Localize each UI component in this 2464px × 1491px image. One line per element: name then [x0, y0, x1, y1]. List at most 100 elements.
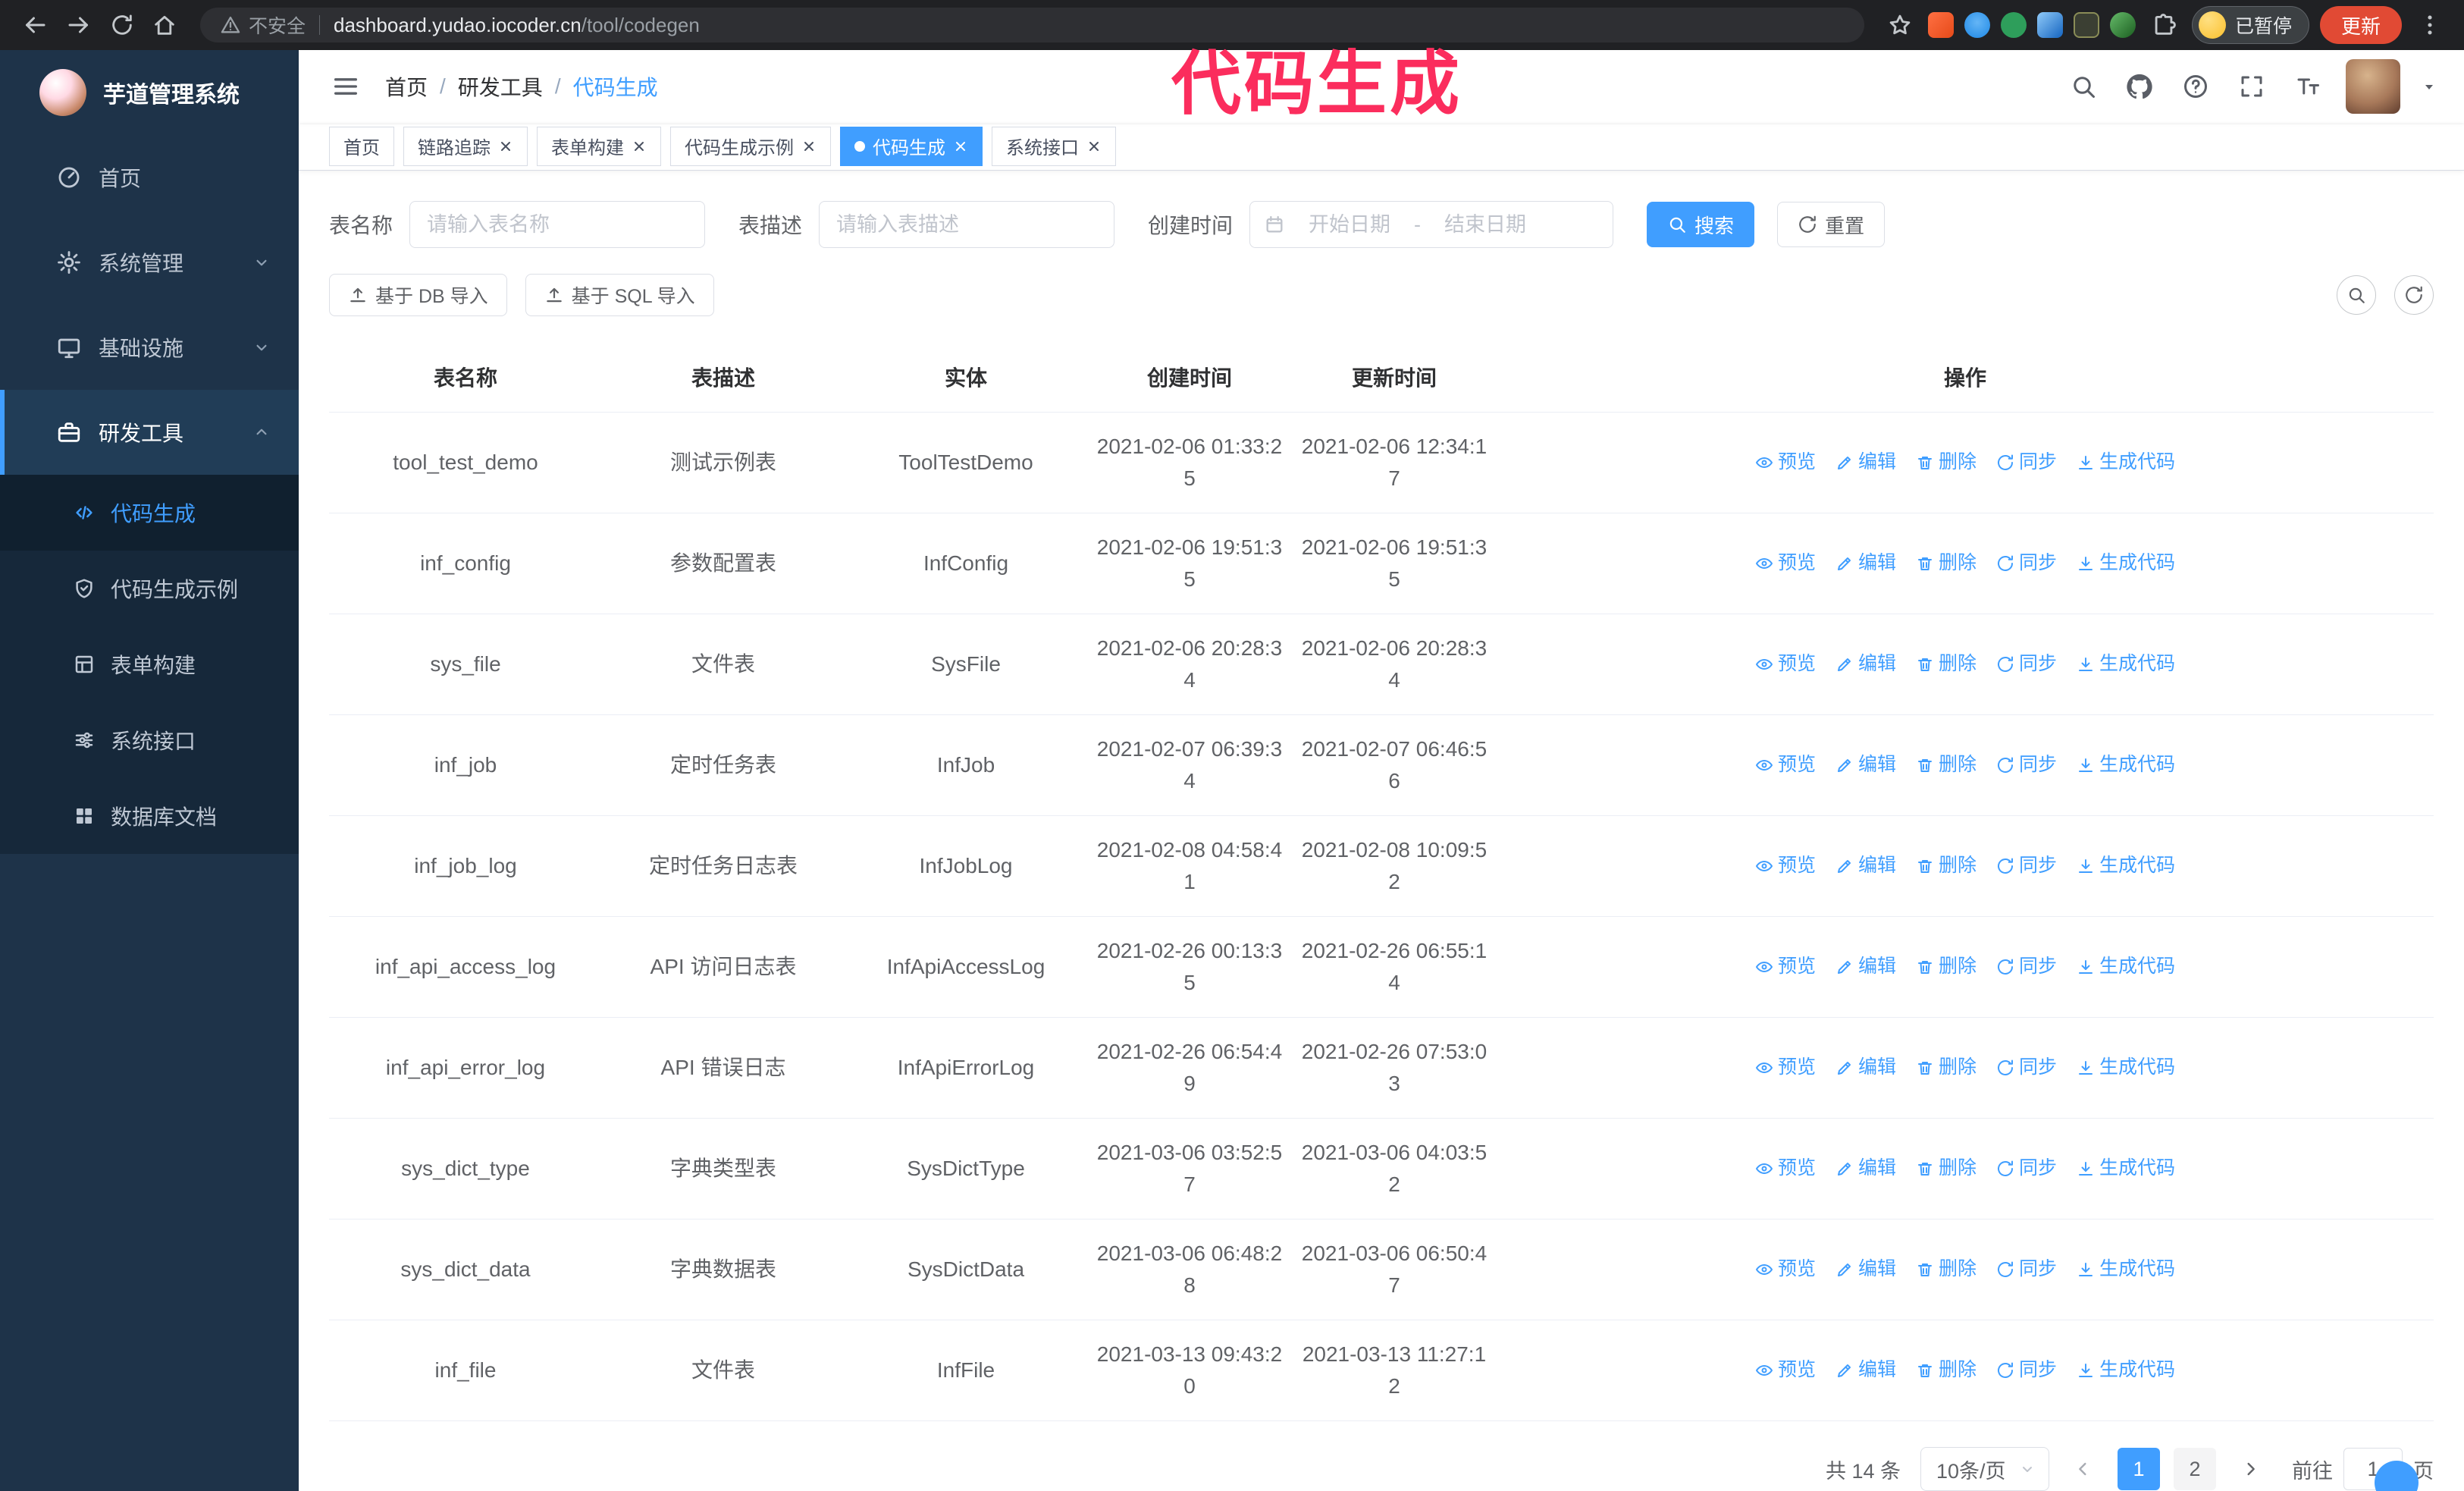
sync-link[interactable]: 同步 — [1996, 650, 2057, 679]
delete-link[interactable]: 删除 — [1916, 1053, 1977, 1082]
edit-link[interactable]: 编辑 — [1835, 549, 1896, 578]
edit-link[interactable]: 编辑 — [1835, 852, 1896, 880]
sidebar-item-system-api[interactable]: 系统接口 — [0, 702, 299, 778]
close-icon[interactable] — [1086, 139, 1102, 154]
font-size-icon[interactable] — [2290, 68, 2326, 105]
close-icon[interactable] — [498, 139, 513, 154]
search-button[interactable]: 搜索 — [1647, 202, 1755, 247]
delete-link[interactable]: 删除 — [1916, 852, 1977, 880]
bookmark-star-icon[interactable] — [1882, 8, 1917, 42]
page-size-select[interactable]: 10条/页 — [1920, 1447, 2049, 1491]
extension-icon[interactable] — [2073, 12, 2099, 38]
generate-code-link[interactable]: 生成代码 — [2077, 1255, 2175, 1284]
edit-link[interactable]: 编辑 — [1835, 953, 1896, 981]
preview-link[interactable]: 预览 — [1755, 650, 1816, 679]
close-icon[interactable] — [801, 139, 817, 154]
extensions-puzzle-icon[interactable] — [2146, 8, 2181, 42]
sync-link[interactable]: 同步 — [1996, 1053, 2057, 1082]
sync-link[interactable]: 同步 — [1996, 549, 2057, 578]
extension-icon[interactable] — [2036, 12, 2063, 38]
sidebar-item-infrastructure[interactable]: 基础设施 — [0, 305, 299, 390]
sidebar-item-system-management[interactable]: 系统管理 — [0, 220, 299, 305]
delete-link[interactable]: 删除 — [1916, 1154, 1977, 1183]
generate-code-link[interactable]: 生成代码 — [2077, 953, 2175, 981]
hamburger-icon[interactable] — [320, 65, 371, 108]
tab-form-builder[interactable]: 表单构建 — [537, 126, 661, 166]
delete-link[interactable]: 删除 — [1916, 650, 1977, 679]
extension-icon[interactable] — [1927, 12, 1954, 38]
preview-link[interactable]: 预览 — [1755, 448, 1816, 477]
edit-link[interactable]: 编辑 — [1835, 1356, 1896, 1385]
github-icon[interactable] — [2121, 68, 2158, 105]
delete-link[interactable]: 删除 — [1916, 549, 1977, 578]
delete-link[interactable]: 删除 — [1916, 448, 1977, 477]
edit-link[interactable]: 编辑 — [1835, 650, 1896, 679]
edit-link[interactable]: 编辑 — [1835, 448, 1896, 477]
generate-code-link[interactable]: 生成代码 — [2077, 549, 2175, 578]
edit-link[interactable]: 编辑 — [1835, 1154, 1896, 1183]
tab-system-api[interactable]: 系统接口 — [992, 126, 1116, 166]
tab-home[interactable]: 首页 — [329, 126, 394, 166]
date-range-picker[interactable]: - — [1249, 201, 1614, 248]
next-page-button[interactable] — [2230, 1449, 2271, 1489]
refresh-table-button[interactable] — [2394, 275, 2434, 315]
browser-menu-icon[interactable] — [2412, 8, 2447, 42]
delete-link[interactable]: 删除 — [1916, 751, 1977, 780]
browser-reload-icon[interactable] — [105, 8, 140, 42]
sync-link[interactable]: 同步 — [1996, 1154, 2057, 1183]
sidebar-item-home[interactable]: 首页 — [0, 135, 299, 220]
preview-link[interactable]: 预览 — [1755, 953, 1816, 981]
preview-link[interactable]: 预览 — [1755, 549, 1816, 578]
sync-link[interactable]: 同步 — [1996, 953, 2057, 981]
edit-link[interactable]: 编辑 — [1835, 751, 1896, 780]
extension-icon[interactable] — [2109, 12, 2136, 38]
fullscreen-icon[interactable] — [2234, 68, 2270, 105]
page-number-2[interactable]: 2 — [2174, 1448, 2216, 1490]
tab-trace[interactable]: 链路追踪 — [403, 126, 528, 166]
extension-icon[interactable] — [1964, 12, 1990, 38]
delete-link[interactable]: 删除 — [1916, 1356, 1977, 1385]
sync-link[interactable]: 同步 — [1996, 751, 2057, 780]
avatar-caret-down-icon[interactable] — [2420, 77, 2438, 96]
generate-code-link[interactable]: 生成代码 — [2077, 448, 2175, 477]
browser-update-button[interactable]: 更新 — [2319, 6, 2402, 44]
extension-icon[interactable] — [2000, 12, 2027, 38]
reset-button[interactable]: 重置 — [1777, 202, 1886, 247]
generate-code-link[interactable]: 生成代码 — [2077, 1154, 2175, 1183]
sync-link[interactable]: 同步 — [1996, 852, 2057, 880]
preview-link[interactable]: 预览 — [1755, 751, 1816, 780]
page-number-1[interactable]: 1 — [2118, 1448, 2160, 1490]
import-sql-button[interactable]: 基于 SQL 导入 — [525, 274, 714, 316]
preview-link[interactable]: 预览 — [1755, 1053, 1816, 1082]
import-db-button[interactable]: 基于 DB 导入 — [329, 274, 507, 316]
tab-codegen-example[interactable]: 代码生成示例 — [670, 126, 831, 166]
table-name-input[interactable] — [409, 201, 706, 248]
breadcrumb-dev-tools[interactable]: 研发工具 — [458, 71, 543, 102]
prev-page-button[interactable] — [2063, 1449, 2104, 1489]
tab-code-generation[interactable]: 代码生成 — [840, 126, 983, 166]
start-date-input[interactable] — [1293, 212, 1407, 237]
sync-link[interactable]: 同步 — [1996, 1255, 2057, 1284]
generate-code-link[interactable]: 生成代码 — [2077, 650, 2175, 679]
help-icon[interactable] — [2177, 68, 2214, 105]
sidebar-item-database-docs[interactable]: 数据库文档 — [0, 778, 299, 854]
sidebar-item-codegen-example[interactable]: 代码生成示例 — [0, 551, 299, 626]
edit-link[interactable]: 编辑 — [1835, 1053, 1896, 1082]
close-icon[interactable] — [953, 139, 968, 154]
sync-link[interactable]: 同步 — [1996, 1356, 2057, 1385]
preview-link[interactable]: 预览 — [1755, 852, 1816, 880]
preview-link[interactable]: 预览 — [1755, 1255, 1816, 1284]
sidebar-item-form-builder[interactable]: 表单构建 — [0, 626, 299, 702]
browser-forward-icon[interactable] — [61, 7, 97, 43]
edit-link[interactable]: 编辑 — [1835, 1255, 1896, 1284]
header-search-icon[interactable] — [2065, 68, 2102, 105]
sync-link[interactable]: 同步 — [1996, 448, 2057, 477]
sidebar-item-code-generation[interactable]: 代码生成 — [0, 475, 299, 551]
sidebar-item-dev-tools[interactable]: 研发工具 — [0, 390, 299, 475]
generate-code-link[interactable]: 生成代码 — [2077, 751, 2175, 780]
generate-code-link[interactable]: 生成代码 — [2077, 1053, 2175, 1082]
profile-paused-badge[interactable]: 已暂停 — [2191, 6, 2309, 44]
preview-link[interactable]: 预览 — [1755, 1154, 1816, 1183]
browser-home-icon[interactable] — [147, 8, 182, 42]
toggle-search-button[interactable] — [2337, 275, 2376, 315]
